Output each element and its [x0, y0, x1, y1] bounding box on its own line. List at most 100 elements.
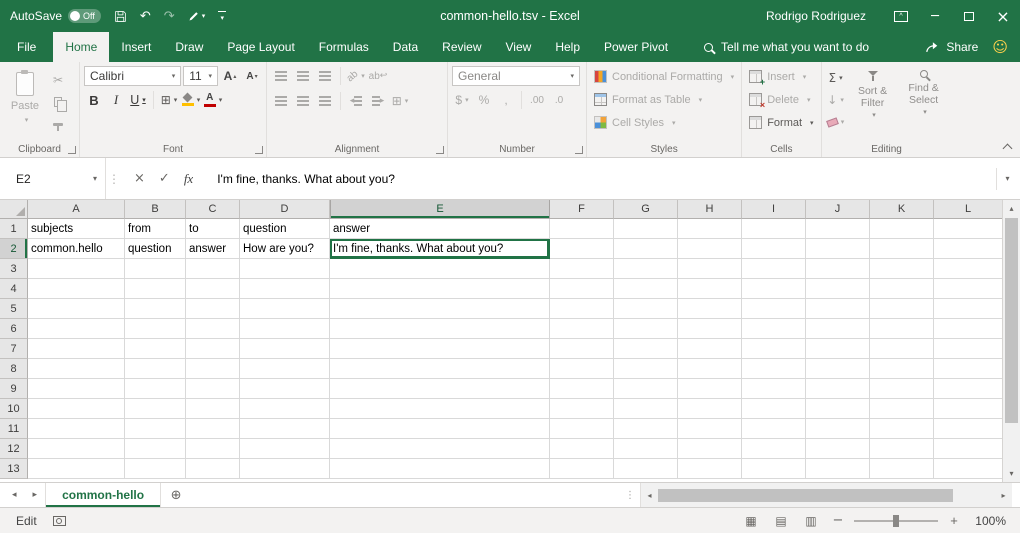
conditional-formatting-button[interactable]: Conditional Formatting [591, 66, 737, 87]
tab-draw[interactable]: Draw [163, 32, 215, 62]
cell-B9[interactable] [125, 379, 186, 399]
percent-style-button[interactable]: % [474, 90, 494, 110]
cell-I1[interactable] [742, 219, 806, 239]
cell-C10[interactable] [186, 399, 240, 419]
cell-I6[interactable] [742, 319, 806, 339]
cell-B12[interactable] [125, 439, 186, 459]
cell-H13[interactable] [678, 459, 742, 479]
align-right-button[interactable] [315, 91, 335, 111]
cell-C1[interactable]: to [186, 219, 240, 239]
comma-style-button[interactable]: , [496, 90, 516, 110]
cell-F13[interactable] [550, 459, 614, 479]
align-left-button[interactable] [271, 91, 291, 111]
cell-A1[interactable]: subjects [28, 219, 125, 239]
alignment-dialog-launcher[interactable] [436, 146, 444, 154]
column-header-A[interactable]: A [28, 200, 125, 219]
cell-I8[interactable] [742, 359, 806, 379]
font-size-combo[interactable]: 11 [183, 66, 218, 86]
undo-button[interactable]: ↶ [140, 9, 151, 24]
cell-K13[interactable] [870, 459, 934, 479]
row-header-9[interactable]: 9 [0, 379, 28, 399]
cell-A4[interactable] [28, 279, 125, 299]
cell-I4[interactable] [742, 279, 806, 299]
cell-B8[interactable] [125, 359, 186, 379]
cell-J1[interactable] [806, 219, 870, 239]
cell-L8[interactable] [934, 359, 1002, 379]
align-middle-button[interactable] [293, 66, 313, 86]
cell-D2[interactable]: How are you? [240, 239, 330, 259]
cell-D5[interactable] [240, 299, 330, 319]
cell-L6[interactable] [934, 319, 1002, 339]
cell-F7[interactable] [550, 339, 614, 359]
cell-A12[interactable] [28, 439, 125, 459]
cell-D9[interactable] [240, 379, 330, 399]
cell-E10[interactable] [330, 399, 550, 419]
number-dialog-launcher[interactable] [575, 146, 583, 154]
cell-H10[interactable] [678, 399, 742, 419]
merge-center-button[interactable]: ⊞ [390, 91, 410, 111]
cell-E6[interactable] [330, 319, 550, 339]
cell-C4[interactable] [186, 279, 240, 299]
cell-C12[interactable] [186, 439, 240, 459]
cell-K1[interactable] [870, 219, 934, 239]
insert-function-button[interactable]: fx [184, 171, 193, 187]
cell-J7[interactable] [806, 339, 870, 359]
decrease-decimal-button[interactable]: .0 [549, 90, 569, 110]
cell-C6[interactable] [186, 319, 240, 339]
cell-K4[interactable] [870, 279, 934, 299]
cell-K2[interactable] [870, 239, 934, 259]
cell-H7[interactable] [678, 339, 742, 359]
row-header-11[interactable]: 11 [0, 419, 28, 439]
wrap-text-button[interactable]: ab↩ [368, 66, 388, 86]
align-center-button[interactable] [293, 91, 313, 111]
scroll-down-arrow[interactable]: ▾ [1003, 465, 1020, 482]
cell-A7[interactable] [28, 339, 125, 359]
cell-G5[interactable] [614, 299, 678, 319]
align-top-button[interactable] [271, 66, 291, 86]
column-header-C[interactable]: C [186, 200, 240, 219]
cell-C8[interactable] [186, 359, 240, 379]
fill-button[interactable]: ↓ [826, 90, 846, 110]
cell-K6[interactable] [870, 319, 934, 339]
cell-J11[interactable] [806, 419, 870, 439]
tab-power-pivot[interactable]: Power Pivot [592, 32, 680, 62]
row-header-2[interactable]: 2 [0, 239, 28, 259]
cell-H2[interactable] [678, 239, 742, 259]
cell-L13[interactable] [934, 459, 1002, 479]
tab-review[interactable]: Review [430, 32, 493, 62]
cell-I9[interactable] [742, 379, 806, 399]
column-header-E[interactable]: E [330, 200, 550, 219]
cell-B2[interactable]: question [125, 239, 186, 259]
cell-I13[interactable] [742, 459, 806, 479]
cell-B4[interactable] [125, 279, 186, 299]
cell-F4[interactable] [550, 279, 614, 299]
cell-H9[interactable] [678, 379, 742, 399]
cell-J8[interactable] [806, 359, 870, 379]
ribbon-display-options-button[interactable]: ^ [884, 0, 918, 32]
sheet-tab-common-hello[interactable]: common-hello [45, 483, 161, 507]
previous-sheet-arrow[interactable]: ◂ [12, 490, 17, 500]
minimize-button[interactable]: ─ [918, 0, 952, 32]
zoom-slider[interactable] [854, 520, 938, 522]
format-painter-button[interactable] [48, 114, 68, 134]
cell-G6[interactable] [614, 319, 678, 339]
column-header-I[interactable]: I [742, 200, 806, 219]
cell-A10[interactable] [28, 399, 125, 419]
cell-I7[interactable] [742, 339, 806, 359]
cell-C9[interactable] [186, 379, 240, 399]
row-header-8[interactable]: 8 [0, 359, 28, 379]
scroll-left-arrow[interactable]: ◂ [641, 491, 658, 500]
cell-C2[interactable]: answer [186, 239, 240, 259]
cell-J9[interactable] [806, 379, 870, 399]
cell-L4[interactable] [934, 279, 1002, 299]
row-header-12[interactable]: 12 [0, 439, 28, 459]
column-header-H[interactable]: H [678, 200, 742, 219]
cell-E13[interactable] [330, 459, 550, 479]
cell-I2[interactable] [742, 239, 806, 259]
column-header-J[interactable]: J [806, 200, 870, 219]
redo-button[interactable]: ↷ [164, 9, 175, 24]
number-format-combo[interactable]: General [452, 66, 580, 86]
cell-F1[interactable] [550, 219, 614, 239]
cell-K11[interactable] [870, 419, 934, 439]
column-header-F[interactable]: F [550, 200, 614, 219]
